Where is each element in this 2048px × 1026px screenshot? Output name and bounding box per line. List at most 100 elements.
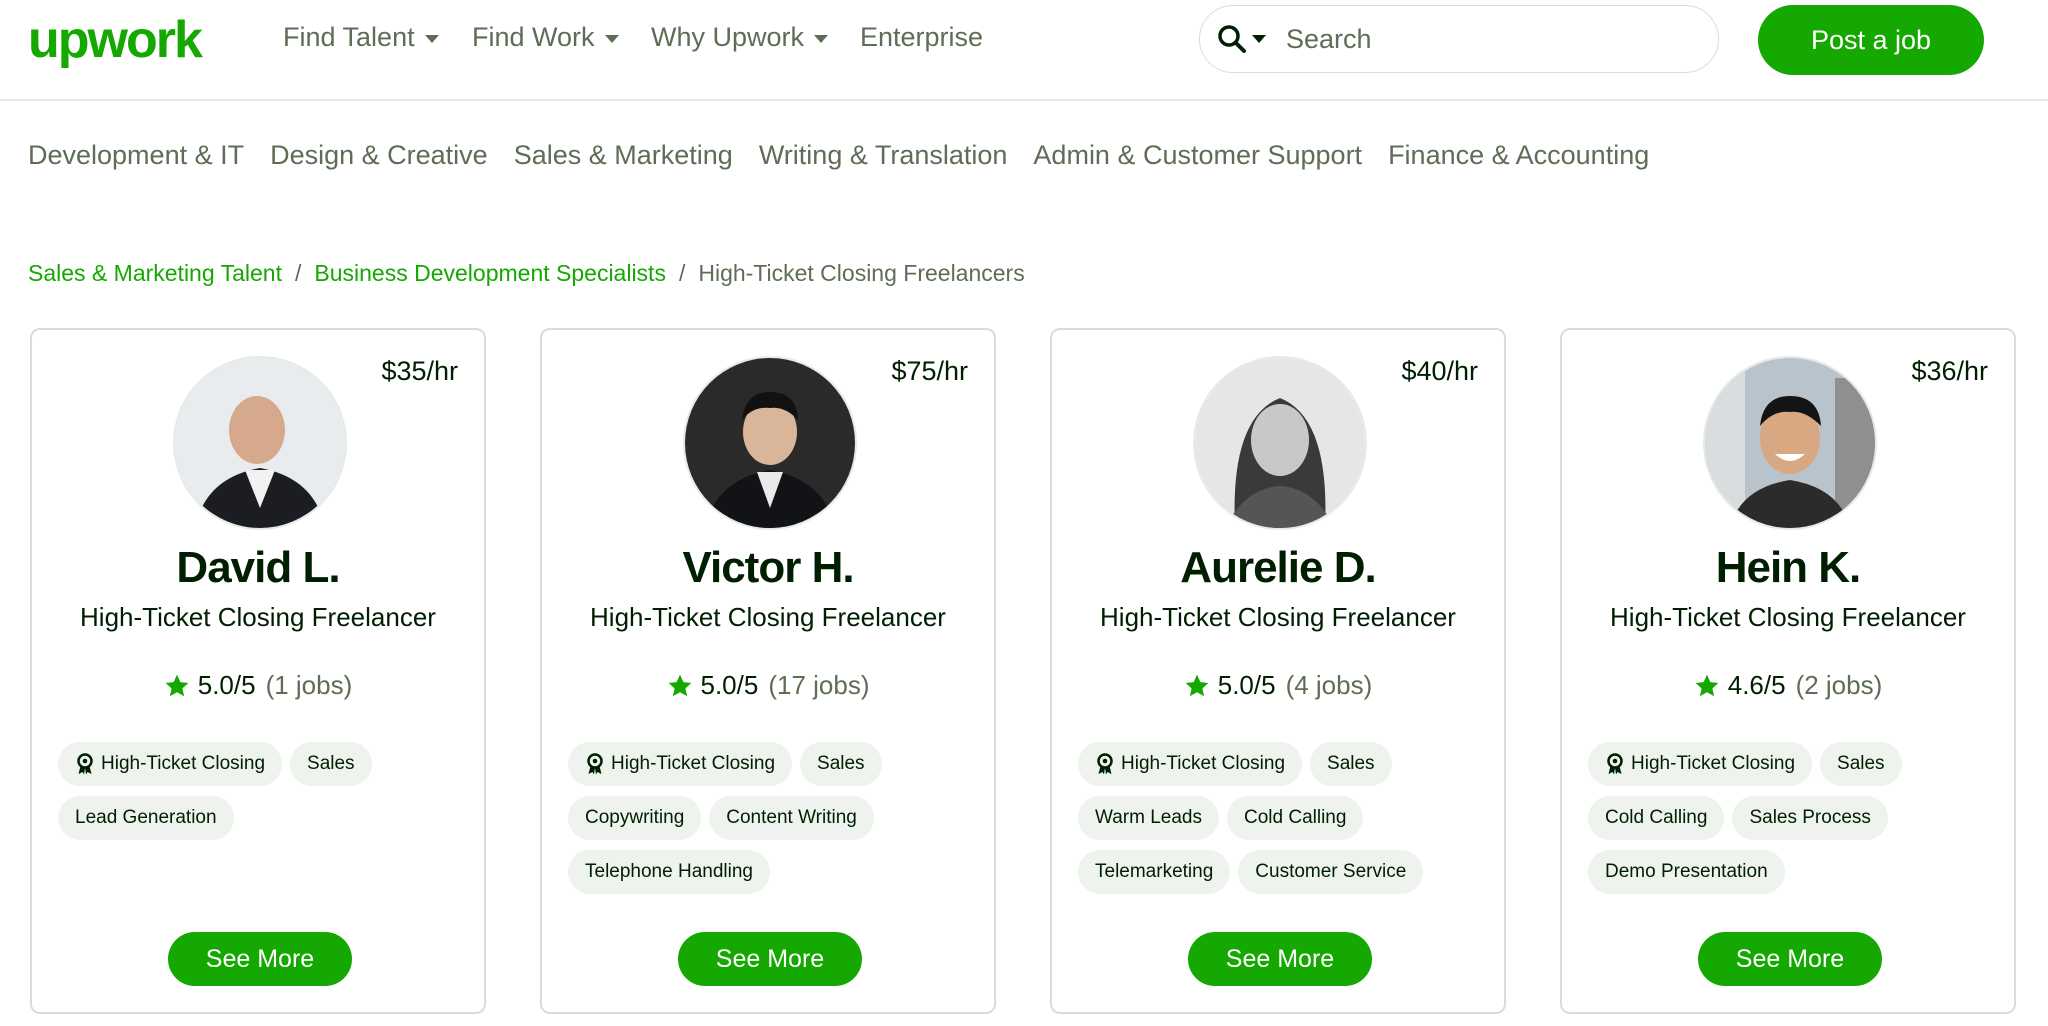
star-icon <box>165 674 189 696</box>
category-writing-translation[interactable]: Writing & Translation <box>759 140 1008 171</box>
skill-tag[interactable]: Customer Service <box>1238 850 1424 894</box>
nav-enterprise-label: Enterprise <box>860 22 984 52</box>
nav-why-upwork-label: Why Upwork <box>651 22 805 52</box>
post-job-button[interactable]: Post a job <box>1758 5 1984 75</box>
header-divider <box>0 99 2048 101</box>
search-type-chevron-icon[interactable] <box>1252 35 1266 43</box>
breadcrumb-business-development[interactable]: Business Development Specialists <box>314 260 666 287</box>
skill-tag[interactable]: Warm Leads <box>1078 796 1219 840</box>
search-input[interactable] <box>1284 22 1648 56</box>
search-bar <box>1199 5 1719 73</box>
search-icon[interactable] <box>1216 23 1248 55</box>
freelancer-name: David L. <box>176 543 340 592</box>
hourly-rate: $36/hr <box>1911 356 1988 386</box>
skill-tag[interactable]: High-Ticket Closing <box>1078 742 1303 786</box>
nav-why-upwork[interactable]: Why Upwork <box>651 22 829 53</box>
skill-tag-label: High-Ticket Closing <box>611 753 776 774</box>
skill-tag[interactable]: Telephone Handling <box>568 850 770 894</box>
chevron-down-icon <box>814 34 829 43</box>
job-count: (4 jobs) <box>1285 670 1373 700</box>
hourly-rate: $75/hr <box>891 356 968 386</box>
category-sales-marketing[interactable]: Sales & Marketing <box>514 140 733 171</box>
upwork-logo[interactable]: upwork <box>28 10 203 70</box>
skill-tag[interactable]: Demo Presentation <box>1588 850 1785 894</box>
hourly-rate: $35/hr <box>381 356 458 386</box>
freelancer-card[interactable]: $75/hr Victor H. High-Ticket Closing Fre… <box>540 328 996 1014</box>
skill-tag[interactable]: Cold Calling <box>1588 796 1725 840</box>
freelancer-title: High-Ticket Closing Freelancer <box>80 602 436 632</box>
star-icon <box>1695 674 1719 696</box>
nav-find-work-label: Find Work <box>472 22 595 52</box>
freelancer-card[interactable]: $40/hr Aurelie D. High-Ticket Closing Fr… <box>1050 328 1506 1014</box>
freelancer-name: Victor H. <box>682 543 854 592</box>
skill-tags: High-Ticket Closing Sales Lead Generatio… <box>58 742 468 840</box>
skill-tag[interactable]: Cold Calling <box>1227 796 1364 840</box>
skill-tag[interactable]: Sales <box>290 742 372 786</box>
category-design-creative[interactable]: Design & Creative <box>270 140 488 171</box>
skill-tag[interactable]: Sales <box>1310 742 1392 786</box>
avatar[interactable] <box>173 356 347 530</box>
nav-enterprise[interactable]: Enterprise <box>860 22 983 53</box>
rating-score: 5.0/5 <box>1217 670 1276 700</box>
breadcrumb: Sales & Marketing Talent / Business Deve… <box>28 260 1025 287</box>
rating-score: 4.6/5 <box>1727 670 1786 700</box>
see-more-button[interactable]: See More <box>1698 932 1882 986</box>
freelancer-title: High-Ticket Closing Freelancer <box>1610 602 1966 632</box>
award-badge-icon <box>1097 753 1113 775</box>
skill-tags: High-Ticket Closing Sales Cold Calling S… <box>1588 742 1998 894</box>
hourly-rate: $40/hr <box>1401 356 1478 386</box>
freelancer-card[interactable]: $35/hr David L. High-Ticket Closing Free… <box>30 328 486 1014</box>
chevron-down-icon <box>424 34 439 43</box>
skill-tag[interactable]: Copywriting <box>568 796 702 840</box>
job-count: (2 jobs) <box>1795 670 1883 700</box>
job-count: (17 jobs) <box>768 670 870 700</box>
freelancer-title: High-Ticket Closing Freelancer <box>1100 602 1456 632</box>
skill-tag[interactable]: Sales <box>1820 742 1902 786</box>
skill-tags: High-Ticket Closing Sales Warm Leads Col… <box>1078 742 1488 894</box>
award-badge-icon <box>587 753 603 775</box>
skill-tag[interactable]: Telemarketing <box>1078 850 1231 894</box>
skill-tag[interactable]: Content Writing <box>709 796 874 840</box>
skill-tag[interactable]: Sales Process <box>1732 796 1888 840</box>
category-finance-accounting[interactable]: Finance & Accounting <box>1388 140 1649 171</box>
avatar[interactable] <box>1193 356 1367 530</box>
rating-score: 5.0/5 <box>197 670 256 700</box>
avatar[interactable] <box>1703 356 1877 530</box>
skill-tags: High-Ticket Closing Sales Copywriting Co… <box>568 742 978 894</box>
chevron-down-icon <box>604 34 619 43</box>
see-more-button[interactable]: See More <box>678 932 862 986</box>
category-admin-support[interactable]: Admin & Customer Support <box>1033 140 1362 171</box>
breadcrumb-separator: / <box>678 260 686 286</box>
rating: 5.0/5 (1 jobs) <box>32 670 484 701</box>
skill-tag[interactable]: High-Ticket Closing <box>568 742 793 786</box>
skill-tag-label: High-Ticket Closing <box>1121 753 1286 774</box>
freelancer-name: Hein K. <box>1715 543 1862 592</box>
nav-find-work[interactable]: Find Work <box>472 22 619 53</box>
top-header: upwork Find Talent Find Work Why Upwork … <box>0 0 2048 100</box>
category-development-it[interactable]: Development & IT <box>28 140 244 171</box>
rating: 5.0/5 (17 jobs) <box>542 670 994 701</box>
nav-find-talent-label: Find Talent <box>283 22 415 52</box>
breadcrumb-current: High-Ticket Closing Freelancers <box>698 260 1025 286</box>
skill-tag-label: High-Ticket Closing <box>101 753 266 774</box>
freelancer-name: Aurelie D. <box>1180 543 1376 592</box>
nav-find-talent[interactable]: Find Talent <box>283 22 439 53</box>
skill-tag[interactable]: Lead Generation <box>58 796 234 840</box>
skill-tag[interactable]: Sales <box>800 742 882 786</box>
freelancer-card[interactable]: $36/hr Hein K. High-Ticket Closing Freel… <box>1560 328 2016 1014</box>
see-more-button[interactable]: See More <box>1188 932 1372 986</box>
freelancer-title: High-Ticket Closing Freelancer <box>590 602 946 632</box>
star-icon <box>1185 674 1209 696</box>
breadcrumb-separator: / <box>295 260 302 286</box>
see-more-button[interactable]: See More <box>168 932 352 986</box>
award-badge-icon <box>1607 753 1623 775</box>
job-count: (1 jobs) <box>265 670 353 700</box>
rating: 4.6/5 (2 jobs) <box>1562 670 2014 701</box>
breadcrumb-sales-marketing-talent[interactable]: Sales & Marketing Talent <box>28 260 282 287</box>
skill-tag[interactable]: High-Ticket Closing <box>1588 742 1813 786</box>
category-nav: Development & IT Design & Creative Sales… <box>28 140 1649 171</box>
skill-tag-label: High-Ticket Closing <box>1631 753 1796 774</box>
rating-score: 5.0/5 <box>700 670 759 700</box>
skill-tag[interactable]: High-Ticket Closing <box>58 742 283 786</box>
avatar[interactable] <box>683 356 857 530</box>
